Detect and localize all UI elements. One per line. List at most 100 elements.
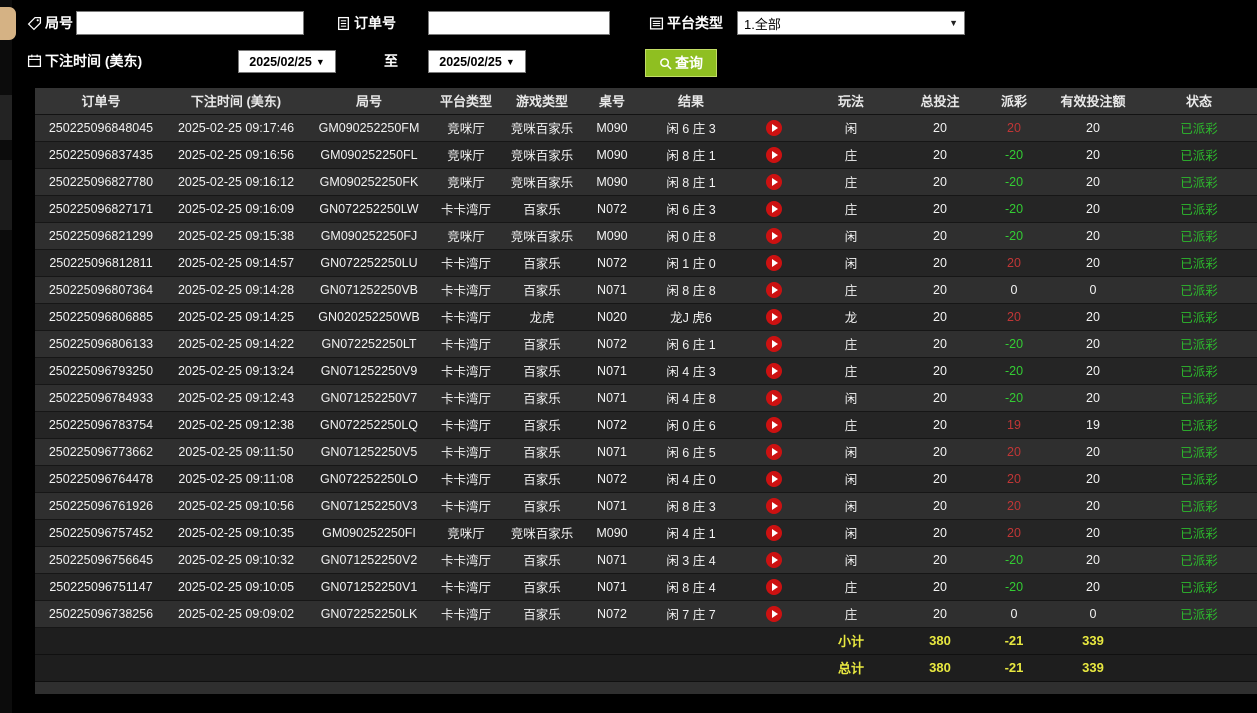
cell-result: 闲 8 庄 8	[639, 276, 743, 304]
cell-status: 已派彩	[1141, 438, 1257, 466]
replay-button[interactable]	[766, 362, 782, 379]
total-payout: -21	[983, 654, 1045, 682]
round-input[interactable]	[76, 11, 304, 35]
cell-bet-time: 2025-02-25 09:14:57	[167, 249, 305, 277]
cell-order-no: 250225096793250	[35, 357, 167, 385]
cell-payout: -20	[983, 546, 1045, 574]
cell-payout: 20	[983, 438, 1045, 466]
cell-total-bet: 20	[897, 573, 983, 601]
replay-button[interactable]	[766, 578, 782, 595]
replay-button[interactable]	[766, 254, 782, 271]
replay-button[interactable]	[766, 605, 782, 622]
replay-button[interactable]	[766, 443, 782, 460]
replay-button[interactable]	[766, 146, 782, 163]
cell-status: 已派彩	[1141, 573, 1257, 601]
cell-bet-time: 2025-02-25 09:17:46	[167, 114, 305, 142]
cell-round-no: GN071252250V7	[305, 384, 433, 412]
replay-button[interactable]	[766, 119, 782, 136]
cell-play: 闲	[805, 519, 897, 547]
cell-game-type: 百家乐	[499, 195, 585, 223]
replay-button[interactable]	[766, 497, 782, 514]
date-from-value: 2025/02/25	[249, 54, 312, 69]
replay-button[interactable]	[766, 470, 782, 487]
cell-valid-bet: 20	[1045, 573, 1141, 601]
cell-order-no: 250225096757452	[35, 519, 167, 547]
play-icon	[772, 285, 778, 294]
cell-round-no: GN072252250LO	[305, 465, 433, 493]
cell-game-type: 百家乐	[499, 276, 585, 304]
cell-table-no: N071	[585, 438, 639, 466]
cell-valid-bet: 20	[1045, 141, 1141, 169]
cell-order-no: 250225096738256	[35, 600, 167, 628]
cell-valid-bet: 19	[1045, 411, 1141, 439]
table-row: 250225096827171 2025-02-25 09:16:09 GN07…	[35, 195, 1257, 223]
query-button-label: 查询	[675, 55, 703, 71]
replay-button[interactable]	[766, 173, 782, 190]
replay-button[interactable]	[766, 281, 782, 298]
cell-play: 龙	[805, 303, 897, 331]
date-to-picker[interactable]: 2025/02/25 ▼	[428, 50, 526, 73]
cell-game-type: 百家乐	[499, 357, 585, 385]
cell-platform: 卡卡湾厅	[433, 573, 499, 601]
caret-down-icon: ▼	[505, 56, 515, 67]
subtotal-total-bet: 380	[897, 627, 983, 655]
cell-order-no: 250225096784933	[35, 384, 167, 412]
drawer-handle[interactable]	[0, 7, 16, 40]
play-icon	[772, 420, 778, 429]
replay-button[interactable]	[766, 389, 782, 406]
cell-payout: -20	[983, 222, 1045, 250]
cell-status: 已派彩	[1141, 411, 1257, 439]
cell-round-no: GN072252250LQ	[305, 411, 433, 439]
cell-valid-bet: 20	[1045, 249, 1141, 277]
cell-platform: 卡卡湾厅	[433, 195, 499, 223]
cell-status: 已派彩	[1141, 222, 1257, 250]
bet-time-label: 下注时间 (美东)	[45, 53, 143, 69]
cell-game-type: 竞咪百家乐	[499, 168, 585, 196]
cell-status: 已派彩	[1141, 492, 1257, 520]
round-label: 局号	[45, 15, 73, 31]
cell-platform: 卡卡湾厅	[433, 600, 499, 628]
cell-result: 闲 6 庄 3	[639, 114, 743, 142]
replay-button[interactable]	[766, 335, 782, 352]
replay-button[interactable]	[766, 524, 782, 541]
order-input[interactable]	[428, 11, 610, 35]
play-icon	[772, 231, 778, 240]
cell-replay	[743, 519, 805, 547]
col-platform: 平台类型	[433, 88, 499, 115]
total-valid-bet: 339	[1045, 654, 1141, 682]
cell-result: 闲 4 庄 1	[639, 519, 743, 547]
cell-order-no: 250225096761926	[35, 492, 167, 520]
cell-valid-bet: 0	[1045, 276, 1141, 304]
cell-result: 闲 3 庄 4	[639, 546, 743, 574]
cell-total-bet: 20	[897, 330, 983, 358]
subtotal-payout: -21	[983, 627, 1045, 655]
cell-platform: 竞咪厅	[433, 222, 499, 250]
cell-order-no: 250225096807364	[35, 276, 167, 304]
cell-status: 已派彩	[1141, 303, 1257, 331]
replay-button[interactable]	[766, 308, 782, 325]
cell-order-no: 250225096773662	[35, 438, 167, 466]
cell-round-no: GN071252250V3	[305, 492, 433, 520]
date-from-picker[interactable]: 2025/02/25 ▼	[238, 50, 336, 73]
table-row: 250225096806133 2025-02-25 09:14:22 GN07…	[35, 330, 1257, 358]
replay-button[interactable]	[766, 551, 782, 568]
cell-payout: -20	[983, 357, 1045, 385]
replay-button[interactable]	[766, 200, 782, 217]
cell-result: 闲 4 庄 8	[639, 384, 743, 412]
cell-status: 已派彩	[1141, 600, 1257, 628]
cell-round-no: GN020252250WB	[305, 303, 433, 331]
cell-payout: -20	[983, 195, 1045, 223]
replay-button[interactable]	[766, 227, 782, 244]
col-bet-time: 下注时间 (美东)	[167, 88, 305, 115]
replay-button[interactable]	[766, 416, 782, 433]
cell-replay	[743, 330, 805, 358]
cell-play: 庄	[805, 168, 897, 196]
calendar-icon	[27, 53, 42, 68]
cell-table-no: N071	[585, 384, 639, 412]
query-button[interactable]: 查询	[645, 49, 717, 77]
cell-total-bet: 20	[897, 438, 983, 466]
cell-bet-time: 2025-02-25 09:09:02	[167, 600, 305, 628]
cell-valid-bet: 20	[1045, 114, 1141, 142]
platform-select[interactable]: 1.全部 ▼	[737, 11, 965, 35]
cell-game-type: 百家乐	[499, 465, 585, 493]
